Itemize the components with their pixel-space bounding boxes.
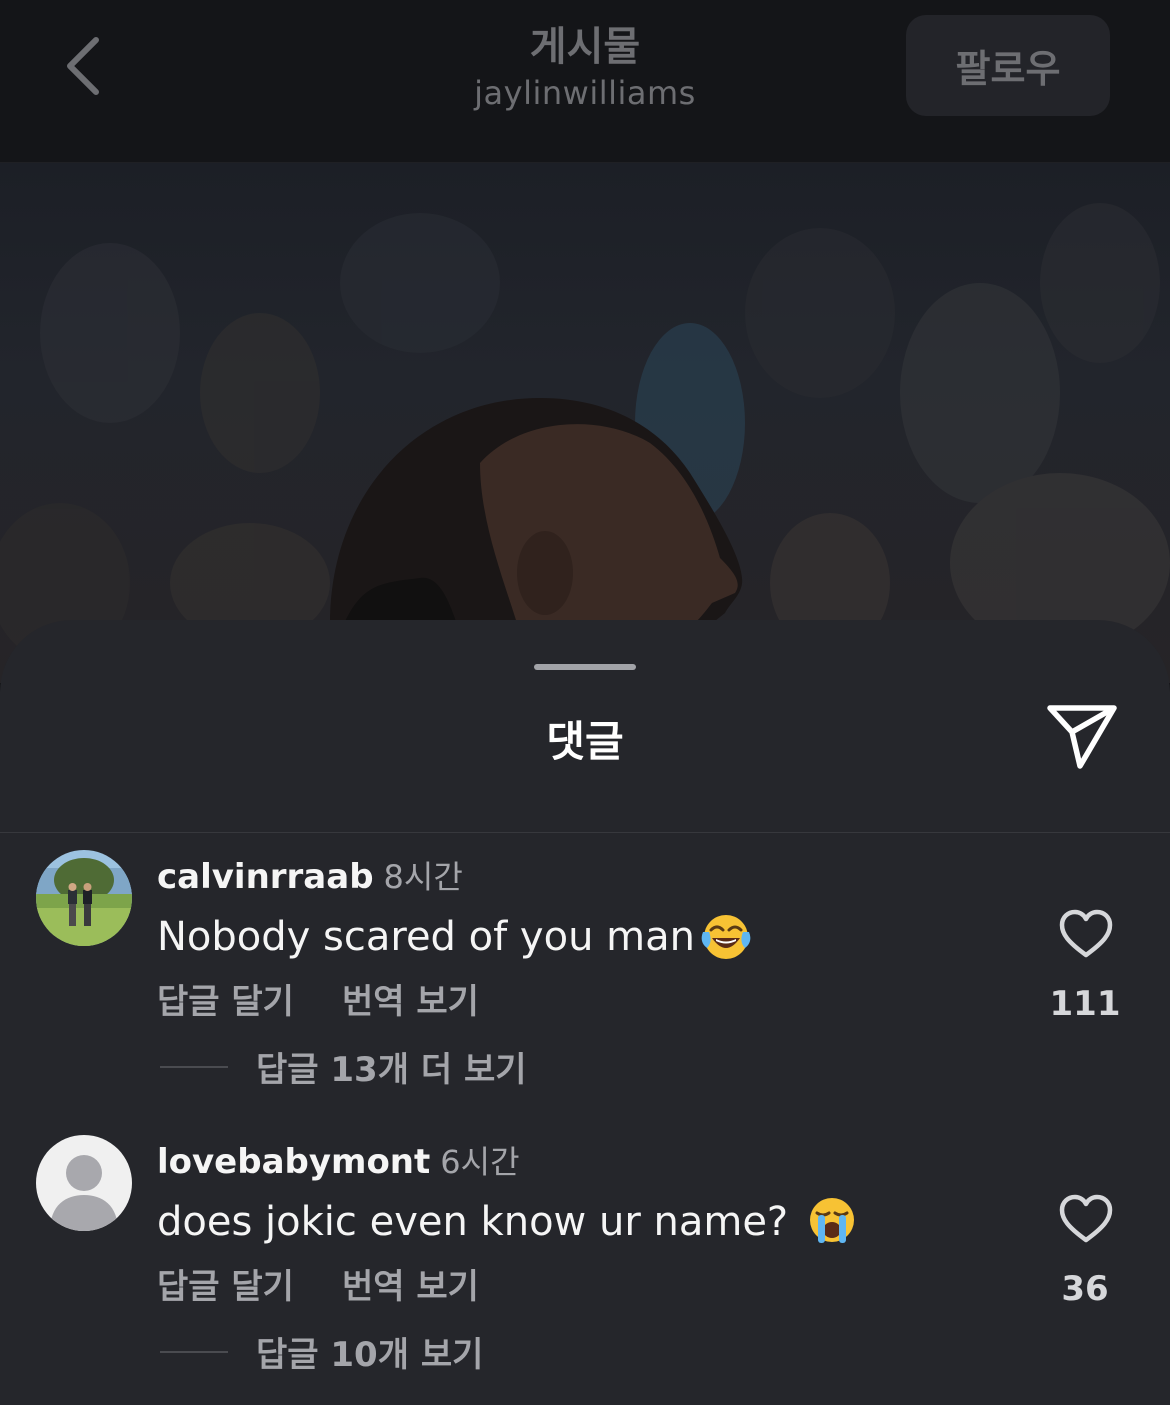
replies-divider-line xyxy=(160,1065,228,1068)
comment-text: Nobody scared of you man xyxy=(157,908,753,962)
comment-body: Nobody scared of you man xyxy=(157,914,695,960)
like-count: 111 xyxy=(1049,984,1121,1024)
loudly-crying-face-icon xyxy=(805,1193,859,1247)
comment-username[interactable]: lovebabymont xyxy=(157,1142,430,1182)
photo-avatar-icon xyxy=(36,850,132,946)
replies-divider-line xyxy=(160,1350,228,1353)
post-screen: 게시물 jaylinwilliams 팔로우 댓글 calvinrraab 8시… xyxy=(0,0,1170,1405)
sheet-divider xyxy=(0,832,1170,833)
view-replies-label: 답글 10개 보기 xyxy=(256,1335,484,1375)
comment-item: lovebabymont 6시간 does jokic even know ur … xyxy=(0,1135,1170,1405)
reply-button[interactable]: 답글 달기 xyxy=(157,1267,294,1307)
view-replies-button[interactable]: 답글 13개 더 보기 xyxy=(160,1042,527,1091)
like-count: 36 xyxy=(1061,1269,1109,1309)
face-with-tears-of-joy-icon xyxy=(699,908,753,962)
comment-time: 8시간 xyxy=(383,858,463,896)
view-replies-label: 답글 13개 더 보기 xyxy=(256,1050,527,1090)
comment-actions: 답글 달기 번역 보기 xyxy=(157,974,527,1023)
comment-header: calvinrraab 8시간 xyxy=(157,852,463,897)
avatar[interactable] xyxy=(36,1135,132,1231)
comments-title: 댓글 xyxy=(546,717,624,766)
view-replies-button[interactable]: 답글 10개 보기 xyxy=(160,1327,483,1376)
heart-icon xyxy=(1059,909,1113,958)
comment-body: does jokic even know ur name? xyxy=(157,1199,801,1245)
share-button[interactable] xyxy=(1044,702,1120,772)
comment-header: lovebabymont 6시간 xyxy=(157,1137,520,1182)
send-icon xyxy=(1047,705,1117,769)
default-avatar-icon xyxy=(36,1135,132,1231)
like-button[interactable] xyxy=(1058,1193,1114,1245)
translate-button[interactable]: 번역 보기 xyxy=(342,1267,479,1307)
comment-username[interactable]: calvinrraab xyxy=(157,857,374,897)
comment-text: does jokic even know ur name? xyxy=(157,1193,859,1247)
heart-icon xyxy=(1059,1194,1113,1243)
post-photo xyxy=(0,163,1170,683)
follow-button[interactable]: 팔로우 xyxy=(906,15,1110,116)
comment-actions: 답글 달기 번역 보기 xyxy=(157,1259,527,1308)
comment-time: 6시간 xyxy=(440,1143,520,1181)
translate-button[interactable]: 번역 보기 xyxy=(342,982,479,1022)
comments-sheet: 댓글 calvinrraab 8시간 Nobody scared of you … xyxy=(0,620,1170,1405)
top-navigation-bar: 게시물 jaylinwilliams 팔로우 xyxy=(0,0,1170,163)
reply-button[interactable]: 답글 달기 xyxy=(157,982,294,1022)
like-button[interactable] xyxy=(1058,908,1114,960)
avatar[interactable] xyxy=(36,850,132,946)
sheet-grabber-handle[interactable] xyxy=(534,664,636,670)
comment-item: calvinrraab8시간 Nobody scared of you man xyxy=(0,850,1170,1120)
